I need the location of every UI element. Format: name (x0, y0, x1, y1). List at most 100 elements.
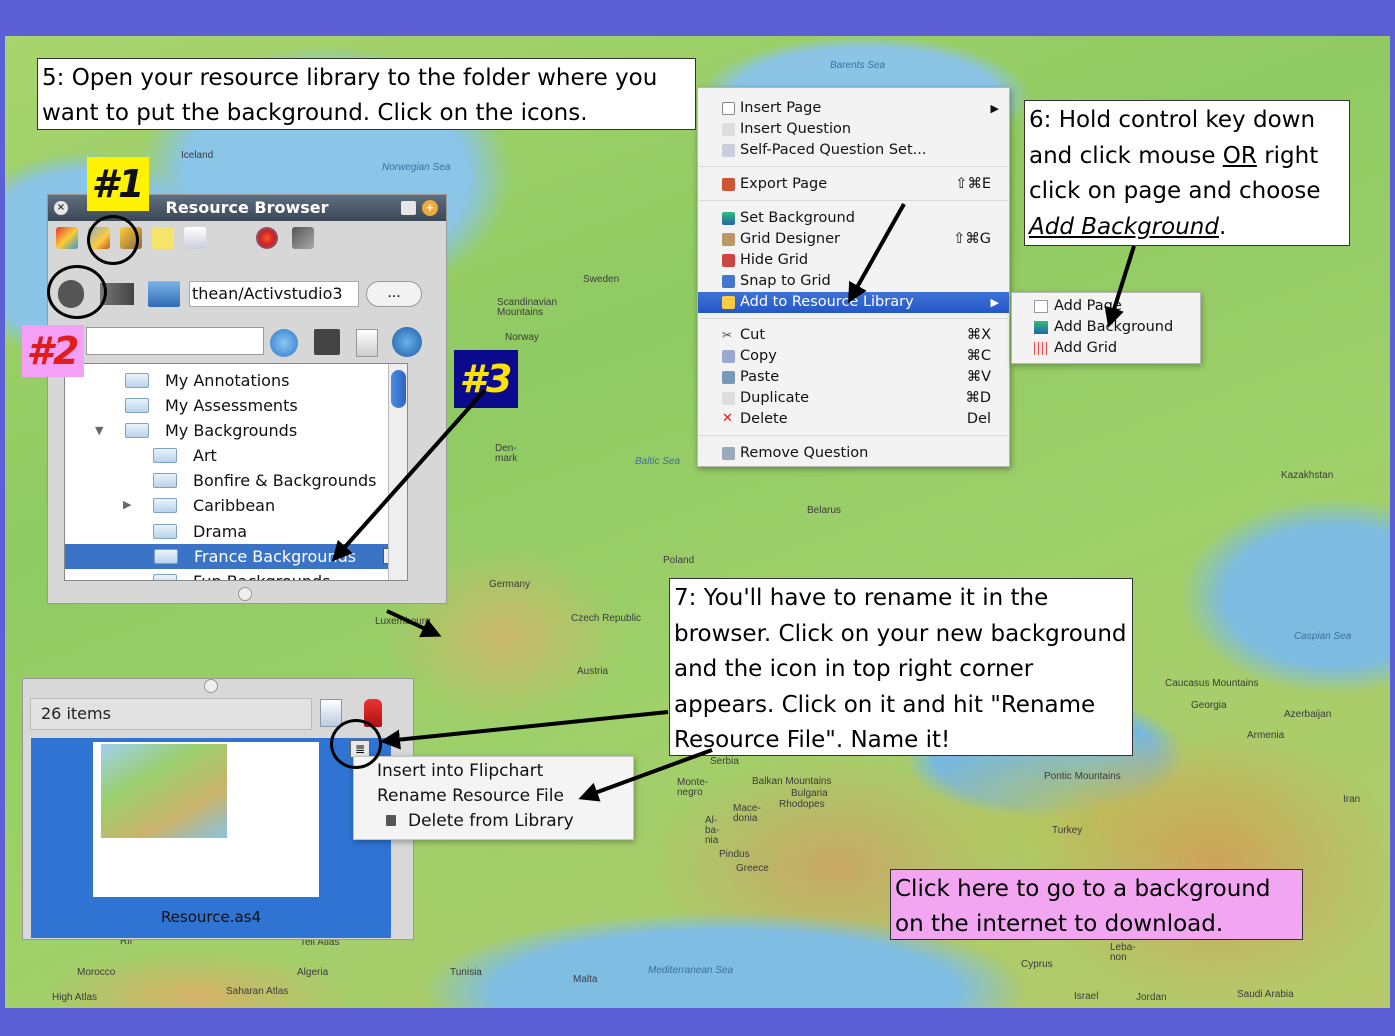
snap-icon (722, 275, 735, 288)
page-context-menu: Insert Page ▶ Insert Question Self-Paced … (697, 87, 1010, 467)
copy-icon (722, 350, 735, 363)
add-to-library-submenu: Add Page Add Background Add Grid (1011, 292, 1201, 364)
submenu-item-add-background[interactable]: Add Background (1012, 317, 1200, 338)
export-icon (722, 178, 735, 191)
tree-item[interactable]: My Assessments (125, 393, 298, 418)
resource-thumbnail (93, 742, 319, 897)
menu-item-insert-into-flipchart[interactable]: Insert into Flipchart (377, 759, 543, 784)
menu-item-paste[interactable]: Paste ⌘V (698, 367, 1009, 388)
menu-item-export-page[interactable]: Export Page ⇧⌘E (698, 174, 1009, 195)
menu-item-delete[interactable]: ✕ Delete Del (698, 409, 1009, 430)
tree-item[interactable]: Drama (153, 519, 247, 544)
options-icon[interactable]: + (422, 200, 438, 216)
menu-separator (699, 166, 1008, 167)
map-label: Norwegian Sea (382, 162, 451, 173)
map-label: Caspian Sea (1294, 631, 1352, 642)
menu-item-insert-question[interactable]: Insert Question (698, 119, 1009, 140)
resource-path-field[interactable]: thean/Activstudio3 (189, 281, 359, 307)
resource-browser-path-row: thean/Activstudio3 ... (48, 277, 446, 311)
search-web-icon[interactable] (392, 327, 422, 357)
grid-icon (1034, 342, 1048, 355)
scrollbar[interactable] (388, 364, 407, 580)
resize-handle-icon[interactable] (204, 679, 218, 693)
map-label: Leba-non (1110, 942, 1136, 963)
tools-icon[interactable] (292, 227, 314, 249)
map-label: Norway (505, 332, 539, 343)
map-label: Greece (736, 863, 769, 874)
menu-item-self-paced[interactable]: Self-Paced Question Set... (698, 140, 1009, 161)
menu-item-rename-resource-file[interactable]: Rename Resource File (377, 784, 564, 809)
page-icon[interactable] (356, 329, 378, 357)
tree-item[interactable]: My Backgrounds (125, 418, 297, 443)
map-label: Saharan Atlas (226, 986, 289, 997)
disclosure-closed-icon[interactable]: ▶ (123, 498, 131, 511)
highlight-ring (47, 265, 107, 319)
map-label: High Atlas (52, 992, 98, 1003)
map-label: Morocco (77, 967, 116, 978)
tree-item[interactable]: Bonfire & Backgrounds (153, 468, 377, 493)
map-label: Georgia (1191, 700, 1227, 711)
paste-icon (722, 371, 735, 384)
step5-callout: 5: Open your resource library to the fol… (37, 58, 696, 130)
shared-resources-icon[interactable] (56, 227, 78, 249)
menu-item-grid-designer[interactable]: Grid Designer ⇧⌘G (698, 229, 1009, 250)
grid-icon (722, 254, 735, 267)
browse-button[interactable]: ... (366, 281, 422, 307)
map-label: Baltic Sea (635, 456, 681, 467)
marker-2: #2 (22, 325, 84, 377)
step6-callout: 6: Hold control key down and click mouse… (1024, 100, 1350, 246)
background-icon (722, 212, 735, 225)
menu-separator (699, 318, 1008, 319)
menu-item-duplicate[interactable]: Duplicate ⌘D (698, 388, 1009, 409)
tree-item[interactable]: Art (153, 443, 217, 468)
resize-handle-icon[interactable] (238, 587, 252, 601)
tree-item[interactable]: My Annotations (125, 368, 289, 393)
resource-filename: Resource.as4 (160, 908, 262, 926)
notes-icon[interactable] (152, 227, 174, 249)
spinning-top-icon[interactable] (256, 227, 278, 249)
scissors-icon: ✂ (722, 328, 733, 342)
minimize-icon[interactable] (401, 201, 416, 215)
tree-item[interactable]: Caribbean (153, 493, 275, 518)
marker-1: #1 (87, 157, 149, 211)
map-label: Cyprus (1021, 959, 1053, 970)
tree-item[interactable]: Fun Backgrounds (153, 569, 330, 580)
computer-icon[interactable] (148, 281, 180, 307)
map-label: Al-ba-nia (705, 815, 720, 846)
menu-item-snap-to-grid[interactable]: Snap to Grid (698, 271, 1009, 292)
menu-item-delete-from-library[interactable]: Delete from Library (386, 809, 574, 834)
resource-tile-selected[interactable]: Resource.as4 (31, 738, 391, 938)
document-icon[interactable] (184, 227, 206, 249)
map-label: Poland (663, 555, 695, 566)
map-label: Jordan (1136, 992, 1167, 1003)
scrollbar-thumb[interactable] (391, 370, 406, 408)
marker-3: #3 (454, 350, 518, 408)
filmstrip-icon[interactable] (314, 329, 340, 355)
submenu-arrow-icon: ▶ (990, 102, 999, 115)
delete-x-icon: ✕ (722, 411, 733, 426)
close-icon[interactable]: × (54, 201, 68, 215)
search-go-icon[interactable] (270, 329, 298, 357)
search-input[interactable] (86, 327, 264, 355)
menu-item-add-to-resource-library[interactable]: Add to Resource Library ▶ (698, 292, 1009, 313)
download-background-link[interactable]: Click here to go to a background on the … (890, 869, 1303, 940)
submenu-arrow-icon: ▶ (990, 296, 999, 309)
map-label: Germany (489, 579, 531, 590)
menu-item-remove-question[interactable]: Remove Question (698, 443, 1009, 464)
map-label: Kazakhstan (1281, 470, 1334, 481)
map-label: Pontic Mountains (1044, 771, 1121, 782)
map-label: Barents Sea (830, 60, 886, 71)
tree-item-selected[interactable]: France Backgrounds (65, 544, 407, 569)
grid-designer-icon (722, 233, 735, 246)
menu-item-copy[interactable]: Copy ⌘C (698, 346, 1009, 367)
properties-icon[interactable] (320, 699, 342, 727)
menu-item-hide-grid[interactable]: Hide Grid (698, 250, 1009, 271)
folder-icon (153, 448, 177, 463)
submenu-item-add-page[interactable]: Add Page (1012, 296, 1200, 317)
menu-item-insert-page[interactable]: Insert Page ▶ (698, 98, 1009, 119)
disclosure-open-icon[interactable]: ▼ (95, 424, 103, 437)
submenu-item-add-grid[interactable]: Add Grid (1012, 338, 1200, 359)
menu-item-cut[interactable]: ✂ Cut ⌘X (698, 325, 1009, 346)
map-label: Belarus (807, 505, 841, 516)
menu-item-set-background[interactable]: Set Background (698, 208, 1009, 229)
